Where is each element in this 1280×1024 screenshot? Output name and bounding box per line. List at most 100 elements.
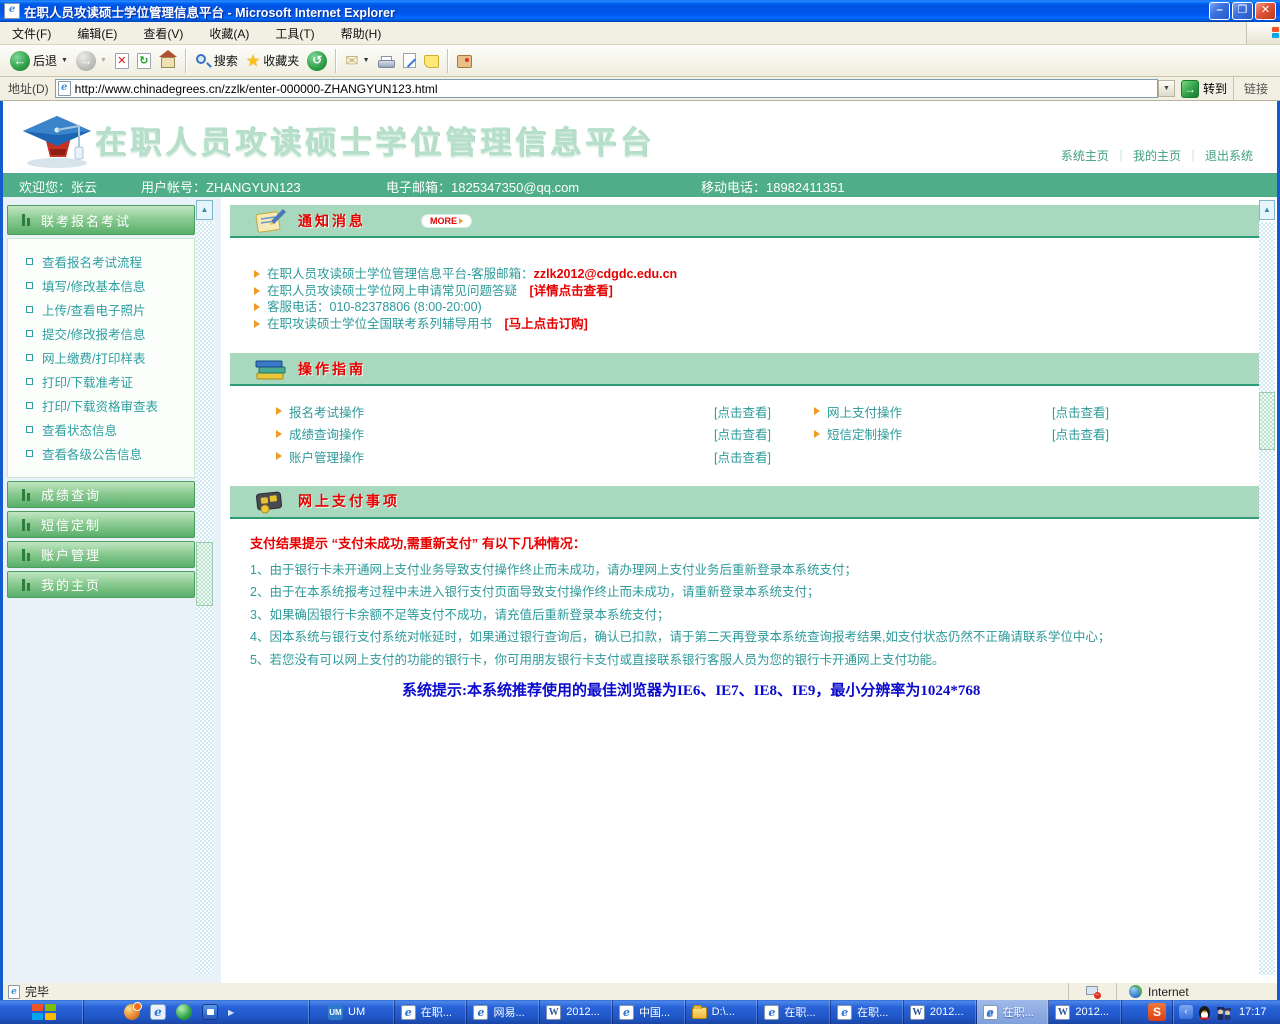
menu-file[interactable]: 文件(F) [10,23,53,44]
minimize-button[interactable]: – [1209,2,1230,20]
more-button[interactable]: MORE [421,214,472,228]
sogou-icon[interactable]: S [1148,1003,1166,1021]
scroll-up-icon[interactable]: ▲ [1259,200,1275,220]
taskbar-button[interactable]: W2012... [904,1000,977,1024]
graduation-cap-logo [13,105,99,171]
sidebar-item-apply-info[interactable]: 提交/修改报考信息 [8,321,194,345]
guide-view-link[interactable]: [点击查看] [714,402,814,421]
nav-system-home[interactable]: 系统主页 [1061,147,1109,164]
scrollbar-track[interactable] [1259,222,1275,975]
guide-item[interactable]: 网上支付操作 [827,402,902,421]
scroll-up-icon[interactable]: ▲ [196,200,213,220]
taskbar-button[interactable]: UMUM [322,1000,395,1024]
addon-button[interactable] [453,47,476,75]
forward-button[interactable]: → ▼ [72,47,111,75]
scrollbar-thumb[interactable] [196,542,213,606]
sidebar-section-sms[interactable]: 短信定制 [7,511,195,538]
menu-edit[interactable]: 编辑(E) [75,23,119,44]
guide-item[interactable]: 成绩查询操作 [289,424,364,443]
taskbar-button-active[interactable]: e在职... [977,1000,1050,1024]
sidebar-item-photo[interactable]: 上传/查看电子照片 [8,297,194,321]
history-button[interactable]: ↺ [303,47,331,75]
mail-button[interactable]: ✉ ▼ [341,47,373,75]
notice-link[interactable]: [详情点击查看] [530,283,613,300]
guide-view-link[interactable]: [点击查看] [1052,424,1109,443]
links-label[interactable]: 链接 [1233,77,1276,100]
notice-item[interactable]: 在职人员攻读硕士学位管理信息平台-客服邮箱：zzlk2012@cdgdc.edu… [254,266,1260,283]
nav-my-home[interactable]: 我的主页 [1133,147,1181,164]
quicklaunch-green-app-icon[interactable] [176,1004,192,1020]
address-input[interactable]: e http://www.chinadegrees.cn/zzlk/enter-… [55,79,1158,98]
guide-view-link[interactable]: [点击查看] [1052,402,1109,421]
menu-help[interactable]: 帮助(H) [339,23,384,44]
nav-logout[interactable]: 退出系统 [1205,147,1253,164]
tray-clock[interactable]: 17:17 [1239,1006,1267,1018]
taskbar-button[interactable]: D:\... [686,1000,759,1024]
offline-indicator-icon: – [1086,986,1100,998]
notice-item[interactable]: 在职攻读硕士学位全国联考系列辅导用书 [马上点击订购] [254,316,1260,333]
sidebar-section-account[interactable]: 账户管理 [7,541,195,568]
menu-favorites[interactable]: 收藏(A) [207,23,251,44]
sidebar-item-exam-flow[interactable]: 查看报名考试流程 [8,249,194,273]
guide-view-link[interactable]: [点击查看] [714,447,814,466]
sidebar-item-status[interactable]: 查看状态信息 [8,417,194,441]
edit-button[interactable] [399,47,420,75]
close-button[interactable]: ✕ [1255,2,1276,20]
tray-collapse-icon[interactable]: ‹ [1179,1005,1193,1019]
sidebar-item-pay-print[interactable]: 网上缴费/打印样表 [8,345,194,369]
guide-item[interactable]: 报名考试操作 [289,402,364,421]
quicklaunch-expand-icon[interactable]: ▶ [228,1008,234,1017]
start-button[interactable] [0,1000,84,1024]
quicklaunch-app-icon[interactable] [124,1004,140,1020]
guide-item[interactable]: 账户管理操作 [289,447,364,466]
back-button[interactable]: ← 后退 ▼ [6,47,72,75]
page-scrollbar[interactable]: ▲ [1259,200,1275,975]
notice-link[interactable]: [马上点击订购] [505,316,588,333]
guide-item[interactable]: 短信定制操作 [827,424,902,443]
sidebar-item-qualification[interactable]: 打印/下载资格审查表 [8,393,194,417]
taskbar-button[interactable]: W2012... [1049,1000,1122,1024]
triangle-bullet-icon [814,407,820,415]
windows-flag-icon [32,1004,56,1021]
taskbar-button[interactable]: e在职... [831,1000,904,1024]
address-dropdown-button[interactable]: ▼ [1158,80,1175,97]
restore-button[interactable]: ❐ [1232,2,1253,20]
search-button[interactable]: 搜索 [191,47,242,75]
qq-icon[interactable] [1198,1005,1211,1020]
taskbar-button[interactable]: e网易... [467,1000,540,1024]
home-button[interactable] [155,47,181,75]
quicklaunch-ie-icon[interactable]: e [150,1004,166,1020]
menu-view[interactable]: 查看(V) [141,23,185,44]
favorites-button[interactable]: ★ 收藏夹 [242,47,303,75]
sidebar-item-basic-info[interactable]: 填写/修改基本信息 [8,273,194,297]
sidebar-scrollbar[interactable]: ▲ [196,200,213,975]
stop-button[interactable]: ✕ [111,47,133,75]
menu-tools[interactable]: 工具(T) [273,23,316,44]
triangle-bullet-icon [276,430,282,438]
taskbar-button[interactable]: e在职... [758,1000,831,1024]
graduates-icon[interactable] [1216,1005,1232,1020]
sidebar-section-myhome[interactable]: 我的主页 [7,571,195,598]
toolbar-separator [447,49,449,73]
back-dropdown-icon[interactable]: ▼ [61,57,68,64]
discuss-button[interactable] [420,47,443,75]
quicklaunch-media-icon[interactable] [202,1004,218,1020]
scrollbar-track[interactable] [196,222,213,975]
scrollbar-thumb[interactable] [1259,392,1275,450]
browser-toolbar: ← 后退 ▼ → ▼ ✕ ↻ 搜索 ★ 收藏夹 ↺ ✉ ▼ [0,45,1280,77]
guide-view-link[interactable]: [点击查看] [714,424,814,443]
taskbar-button[interactable]: e中国... [613,1000,686,1024]
refresh-button[interactable]: ↻ [133,47,155,75]
go-button[interactable]: → 转到 [1181,80,1227,98]
notice-item[interactable]: 在职人员攻读硕士学位网上申请常见问题答疑 [详情点击查看] [254,283,1260,300]
sidebar-item-announcements[interactable]: 查看各级公告信息 [8,441,194,465]
mail-dropdown-icon[interactable]: ▼ [363,57,370,64]
taskbar-button[interactable]: W2012... [540,1000,613,1024]
sidebar-section-exam[interactable]: 联考报名考试 [7,205,195,235]
print-button[interactable] [374,47,399,75]
notice-item[interactable]: 客服电话：010-82378806 (8:00-20:00) [254,299,1260,316]
sidebar-section-scores[interactable]: 成绩查询 [7,481,195,508]
guide-title: 操作指南 [298,359,366,379]
taskbar-button[interactable]: e在职... [395,1000,468,1024]
sidebar-item-admission-ticket[interactable]: 打印/下载准考证 [8,369,194,393]
